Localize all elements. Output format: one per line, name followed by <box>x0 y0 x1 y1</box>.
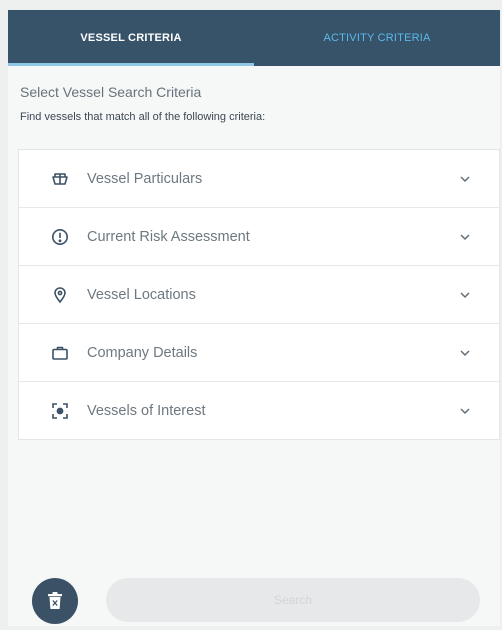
tab-vessel-criteria[interactable]: VESSEL CRITERIA <box>8 10 254 66</box>
alert-circle-icon <box>49 226 71 248</box>
chevron-down-icon <box>460 291 470 298</box>
criteria-tab-bar: VESSEL CRITERIA ACTIVITY CRITERIA <box>8 10 500 66</box>
accordion-item-label: Vessel Particulars <box>87 170 203 187</box>
chevron-down-icon <box>460 407 470 414</box>
chevron-down-icon <box>460 175 470 182</box>
panel-footer: Search <box>8 556 500 626</box>
accordion-item-vessel-particulars[interactable]: Vessel Particulars <box>19 150 499 208</box>
accordion-item-label: Current Risk Assessment <box>87 228 250 245</box>
accordion-item-current-risk-assessment[interactable]: Current Risk Assessment <box>19 208 499 266</box>
tab-activity-criteria[interactable]: ACTIVITY CRITERIA <box>254 10 500 66</box>
target-scan-icon <box>49 400 71 422</box>
panel-heading: Select Vessel Search Criteria <box>20 84 202 100</box>
accordion-item-label: Vessel Locations <box>87 286 196 303</box>
accordion-item-label: Vessels of Interest <box>87 402 206 419</box>
clear-criteria-button[interactable] <box>32 578 78 624</box>
panel-subheading: Find vessels that match all of the follo… <box>20 111 266 123</box>
trash-icon <box>48 592 62 609</box>
criteria-accordion: Vessel Particulars Current Risk Assessme… <box>18 149 500 440</box>
search-button[interactable]: Search <box>106 578 480 622</box>
accordion-item-company-details[interactable]: Company Details <box>19 324 499 382</box>
accordion-item-vessel-locations[interactable]: Vessel Locations <box>19 266 499 324</box>
briefcase-icon <box>49 342 71 364</box>
vessel-criteria-panel: Select Vessel Search Criteria Find vesse… <box>8 66 500 626</box>
location-pin-icon <box>49 284 71 306</box>
accordion-item-vessels-of-interest[interactable]: Vessels of Interest <box>19 382 499 439</box>
accordion-item-label: Company Details <box>87 344 198 361</box>
ship-icon <box>49 168 71 190</box>
chevron-down-icon <box>460 233 470 240</box>
chevron-down-icon <box>460 349 470 356</box>
